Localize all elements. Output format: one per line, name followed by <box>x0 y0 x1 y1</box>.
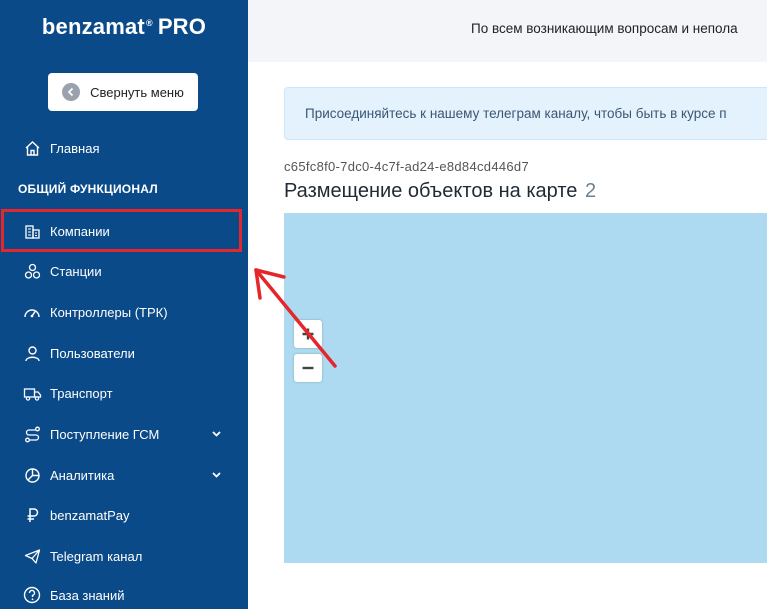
stations-icon <box>22 261 42 281</box>
gauge-icon <box>22 302 42 322</box>
main-content: Присоединяйтесь к нашему телеграм каналу… <box>248 62 767 609</box>
map-view[interactable] <box>284 213 767 563</box>
user-icon <box>22 343 42 363</box>
chevron-down-icon[interactable] <box>211 427 222 442</box>
header-notice: По всем возникающим вопросам и непола <box>471 21 738 36</box>
sidebar-item-controllers[interactable]: Контроллеры (ТРК) <box>0 297 248 327</box>
sidebar-item-home[interactable]: Главная <box>0 133 248 163</box>
sidebar-item-label: benzamatPay <box>50 507 130 523</box>
sidebar-item-telegram[interactable]: Telegram канал <box>0 541 248 571</box>
help-icon <box>22 585 42 605</box>
sidebar-item-label: Транспорт <box>50 385 113 401</box>
sidebar-item-label: Пользователи <box>50 345 135 361</box>
annotation-highlight-box <box>1 209 242 252</box>
sidebar-item-stations[interactable]: Станции <box>0 256 248 286</box>
ruble-icon <box>22 505 42 525</box>
sidebar: benzamat® PRO Свернуть меню Главная ОБЩИЙ… <box>0 0 248 609</box>
page-title-text: Размещение объектов на карте <box>284 180 578 202</box>
zoom-in-button[interactable] <box>294 320 322 348</box>
arrow-left-icon <box>62 83 81 101</box>
page-title: Размещение объектов на карте 2 <box>284 180 596 203</box>
sidebar-item-label: Telegram канал <box>50 548 143 564</box>
route-icon <box>22 424 42 444</box>
pie-chart-icon <box>22 465 42 485</box>
sidebar-item-label: База знаний <box>50 587 125 603</box>
send-icon <box>22 546 42 566</box>
sidebar-item-knowledge-base[interactable]: База знаний <box>0 580 248 609</box>
logo-text: benzamat <box>41 14 145 39</box>
collapse-menu-label: Свернуть меню <box>90 84 184 100</box>
chevron-down-icon[interactable] <box>211 468 222 483</box>
sidebar-item-label: Станции <box>50 263 102 279</box>
object-count: 2 <box>584 180 597 202</box>
sidebar-item-benzamatpay[interactable]: benzamatPay <box>0 500 248 530</box>
sidebar-item-transport[interactable]: Транспорт <box>0 378 248 408</box>
sidebar-item-label: Контроллеры (ТРК) <box>50 304 168 320</box>
section-title: ОБЩИЙ ФУНКЦИОНАЛ <box>18 182 158 196</box>
sidebar-item-label: Аналитика <box>50 467 115 483</box>
sidebar-item-fuel-receipt[interactable]: Поступление ГСМ <box>0 419 248 449</box>
sidebar-item-label: Главная <box>50 140 100 156</box>
minus-icon <box>302 366 314 370</box>
top-header: По всем возникающим вопросам и непола <box>248 0 767 62</box>
sidebar-item-analytics[interactable]: Аналитика <box>0 460 248 490</box>
logo-suffix: PRO <box>157 14 207 39</box>
app-logo[interactable]: benzamat® PRO <box>0 14 248 40</box>
telegram-alert[interactable]: Присоединяйтесь к нашему телеграм каналу… <box>284 87 767 140</box>
sidebar-item-users[interactable]: Пользователи <box>0 338 248 368</box>
sidebar-item-label: Поступление ГСМ <box>50 426 160 442</box>
collapse-menu-button[interactable]: Свернуть меню <box>48 73 198 111</box>
logo-registered-mark: ® <box>145 17 153 28</box>
object-id: c65fc8f0-7dc0-4c7f-ad24-e8d84cd446d7 <box>284 159 529 174</box>
zoom-out-button[interactable] <box>294 354 322 382</box>
home-icon <box>22 138 42 158</box>
plus-icon <box>302 328 314 340</box>
truck-icon <box>22 383 42 403</box>
alert-text: Присоединяйтесь к нашему телеграм каналу… <box>305 106 727 121</box>
